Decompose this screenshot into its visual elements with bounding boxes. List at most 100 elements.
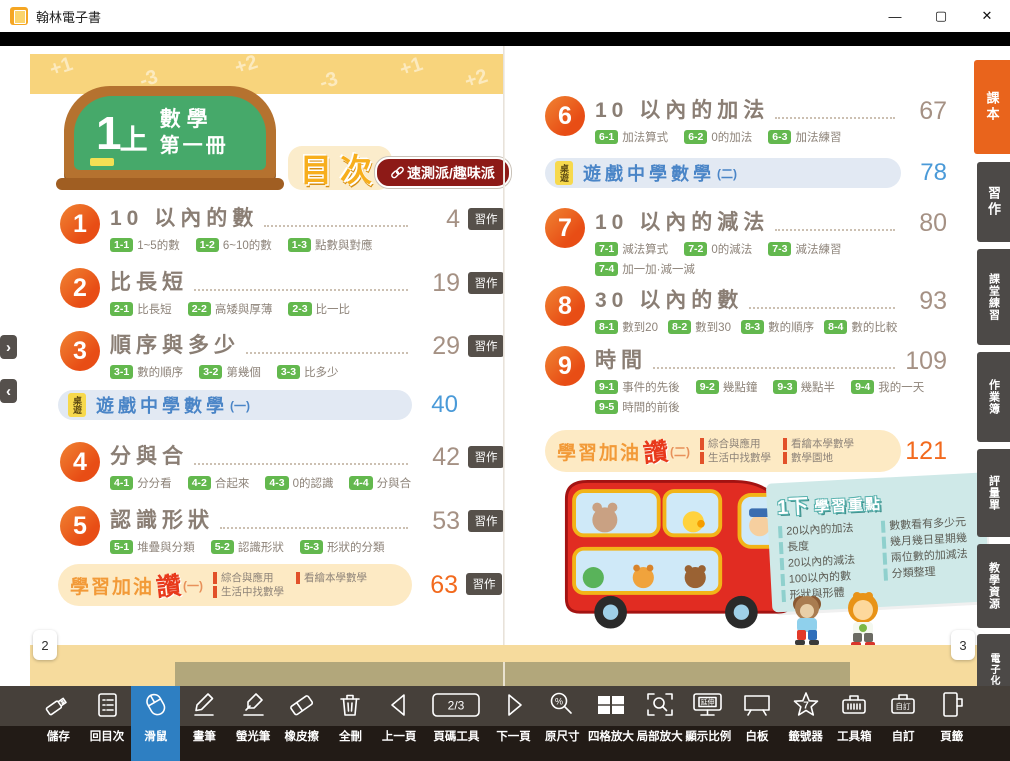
- maximize-button[interactable]: ▢: [918, 0, 964, 32]
- sidebar-tab-class-practice[interactable]: 課堂練習: [977, 249, 1010, 345]
- section-link[interactable]: 7-1減法算式: [595, 241, 668, 257]
- sidebar-tab-workbook[interactable]: 習作: [977, 162, 1010, 242]
- section-link[interactable]: 9-1事件的先後: [595, 379, 680, 395]
- section-link[interactable]: 8-3數的順序: [741, 319, 814, 335]
- sidebar-tab-homework-book[interactable]: 作業簿: [977, 352, 1010, 442]
- section-link[interactable]: 9-5時間的前後: [595, 399, 680, 415]
- section-link[interactable]: 6-1加法算式: [595, 129, 668, 145]
- section-link[interactable]: 5-3形狀的分類: [300, 539, 385, 555]
- previous-page-tool[interactable]: 上一頁: [375, 686, 424, 761]
- exercise-badge[interactable]: 習作: [468, 446, 504, 468]
- chapter-title[interactable]: 10 以內的減法: [595, 206, 769, 236]
- chapter-title[interactable]: 30 以內的數: [595, 284, 743, 314]
- section-code: 9-2: [696, 380, 719, 394]
- chapter-page-number[interactable]: 93: [901, 289, 947, 314]
- whiteboard-tool[interactable]: 白板: [733, 686, 782, 761]
- section-link[interactable]: 5-2認識形狀: [211, 539, 284, 555]
- section-link[interactable]: 6-20的加法: [684, 129, 752, 145]
- exercise-badge[interactable]: 習作: [466, 573, 502, 595]
- exercise-badge[interactable]: 習作: [468, 510, 504, 532]
- chapter-title[interactable]: 分與合: [110, 440, 188, 470]
- section-link[interactable]: 6-3加法練習: [768, 129, 841, 145]
- section-link[interactable]: 8-2數到30: [668, 319, 731, 335]
- section-link[interactable]: 4-2合起來: [188, 475, 250, 491]
- minimize-button[interactable]: —: [872, 0, 918, 32]
- exercise-badge[interactable]: 習作: [468, 272, 504, 294]
- dotted-leader: [749, 306, 895, 309]
- toolbox-tool[interactable]: 工具箱: [830, 686, 879, 761]
- chapter-page-number[interactable]: 53: [414, 509, 460, 534]
- highlighter-tool[interactable]: 螢光筆: [229, 686, 278, 761]
- chapter-page-number[interactable]: 80: [901, 211, 947, 236]
- chapter-page-number[interactable]: 42: [414, 445, 460, 470]
- section-link[interactable]: 3-2第幾個: [199, 364, 261, 380]
- exercise-badge[interactable]: 習作: [468, 208, 504, 230]
- chapter-page-number[interactable]: 29: [414, 334, 460, 359]
- chapter-title[interactable]: 順序與多少: [110, 329, 240, 359]
- section-link[interactable]: 8-1數到20: [595, 319, 658, 335]
- chapter-page-number[interactable]: 109: [901, 349, 947, 374]
- chapter-title[interactable]: 10 以內的加法: [595, 94, 769, 124]
- section-link[interactable]: 2-1比長短: [110, 301, 172, 317]
- section-link[interactable]: 3-1數的順序: [110, 364, 183, 380]
- quick-test-link-button[interactable]: 速測派/趣味派: [375, 157, 511, 188]
- four-grid-zoom-tool[interactable]: 四格放大: [587, 686, 636, 761]
- chapter-title[interactable]: 認識形狀: [110, 504, 214, 534]
- boost-page-number[interactable]: 63: [412, 573, 458, 598]
- next-page-tool[interactable]: 下一頁: [489, 686, 538, 761]
- page-tabs-tool[interactable]: 頁籤: [927, 686, 976, 761]
- custom-tool[interactable]: 自訂 自訂: [879, 686, 928, 761]
- section-link[interactable]: 4-4分與合: [349, 475, 411, 491]
- board-game-bar[interactable]: 桌遊 遊戲中學數學 (一): [58, 390, 412, 420]
- section-link[interactable]: 7-4加一加·減一減: [595, 261, 695, 277]
- eraser-tool[interactable]: 橡皮擦: [277, 686, 326, 761]
- edge-arrow-right-button[interactable]: ›: [0, 335, 17, 359]
- chapter-title[interactable]: 時間: [595, 344, 647, 374]
- section-link[interactable]: 1-3點數與對應: [288, 237, 373, 253]
- section-link[interactable]: 4-30的認識: [265, 475, 333, 491]
- section-link[interactable]: 9-3幾點半: [773, 379, 835, 395]
- section-link[interactable]: 1-26~10的數: [196, 237, 272, 253]
- sidebar-tab-assessment-sheet[interactable]: 評量單: [977, 449, 1010, 537]
- chapter-page-number[interactable]: 4: [414, 207, 460, 232]
- chapter-page-number[interactable]: 19: [414, 271, 460, 296]
- board-game-page-number[interactable]: 40: [412, 391, 458, 419]
- display-ratio-tool[interactable]: 延伸 顯示比例: [684, 686, 733, 761]
- mouse-tool[interactable]: 滑鼠: [131, 686, 180, 761]
- chapter-title[interactable]: 10 以內的數: [110, 202, 258, 232]
- delete-all-tool[interactable]: 全刪: [326, 686, 375, 761]
- close-button[interactable]: ✕: [964, 0, 1010, 32]
- back-to-toc-tool[interactable]: 回目次: [83, 686, 132, 761]
- section-link[interactable]: 9-4我的一天: [851, 379, 924, 395]
- board-game-page-number[interactable]: 78: [901, 159, 947, 187]
- sidebar-tab-teaching-resources[interactable]: 教學資源: [977, 544, 1010, 628]
- section-link[interactable]: 1-11~5的數: [110, 237, 180, 253]
- boost-stamp: 讚: [154, 566, 183, 604]
- partial-zoom-tool[interactable]: 局部放大: [635, 686, 684, 761]
- sidebar-tab-textbook[interactable]: 課本: [974, 60, 1010, 154]
- pen-tool[interactable]: 畫筆: [180, 686, 229, 761]
- learning-boost-bar[interactable]: 學習加油 讚 (一) 綜合與應用 看繪本學數學 生活中找數學: [58, 564, 412, 606]
- boost-page-number[interactable]: 121: [901, 439, 947, 464]
- section-link[interactable]: 8-4數的比較: [824, 319, 897, 335]
- edge-arrow-left-button[interactable]: ‹: [0, 379, 17, 403]
- page-number-tool[interactable]: 2/3 頁碼工具: [424, 686, 490, 761]
- section-link[interactable]: 7-3減法練習: [768, 241, 841, 257]
- boost-item: 數學園地: [783, 452, 854, 464]
- chapter-title[interactable]: 比長短: [110, 266, 188, 296]
- section-link[interactable]: 5-1堆疊與分類: [110, 539, 195, 555]
- section-link[interactable]: 4-1分分看: [110, 475, 172, 491]
- save-tool[interactable]: 儲存: [34, 686, 83, 761]
- chapter-page-number[interactable]: 67: [901, 99, 947, 124]
- section-link[interactable]: 9-2幾點鐘: [696, 379, 758, 395]
- board-game-bar[interactable]: 桌遊 遊戲中學數學 (二): [545, 158, 901, 188]
- exercise-badge[interactable]: 習作: [468, 335, 504, 357]
- section-link[interactable]: 7-20的減法: [684, 241, 752, 257]
- toc-chapter-row: 5 認識形狀 53 習作 5-1堆疊與分類 5-2認識形狀 5-3形狀的分類: [60, 504, 504, 555]
- section-link[interactable]: 2-3比一比: [288, 301, 350, 317]
- section-link[interactable]: 3-3比多少: [277, 364, 339, 380]
- left-page: +1 -3 +2 -3 +1 +2 1上 數學 第一冊: [30, 46, 503, 686]
- original-size-tool[interactable]: % 原尺寸: [538, 686, 587, 761]
- number-picker-tool[interactable]: 7 籤號器: [781, 686, 830, 761]
- section-link[interactable]: 2-2高矮與厚薄: [188, 301, 273, 317]
